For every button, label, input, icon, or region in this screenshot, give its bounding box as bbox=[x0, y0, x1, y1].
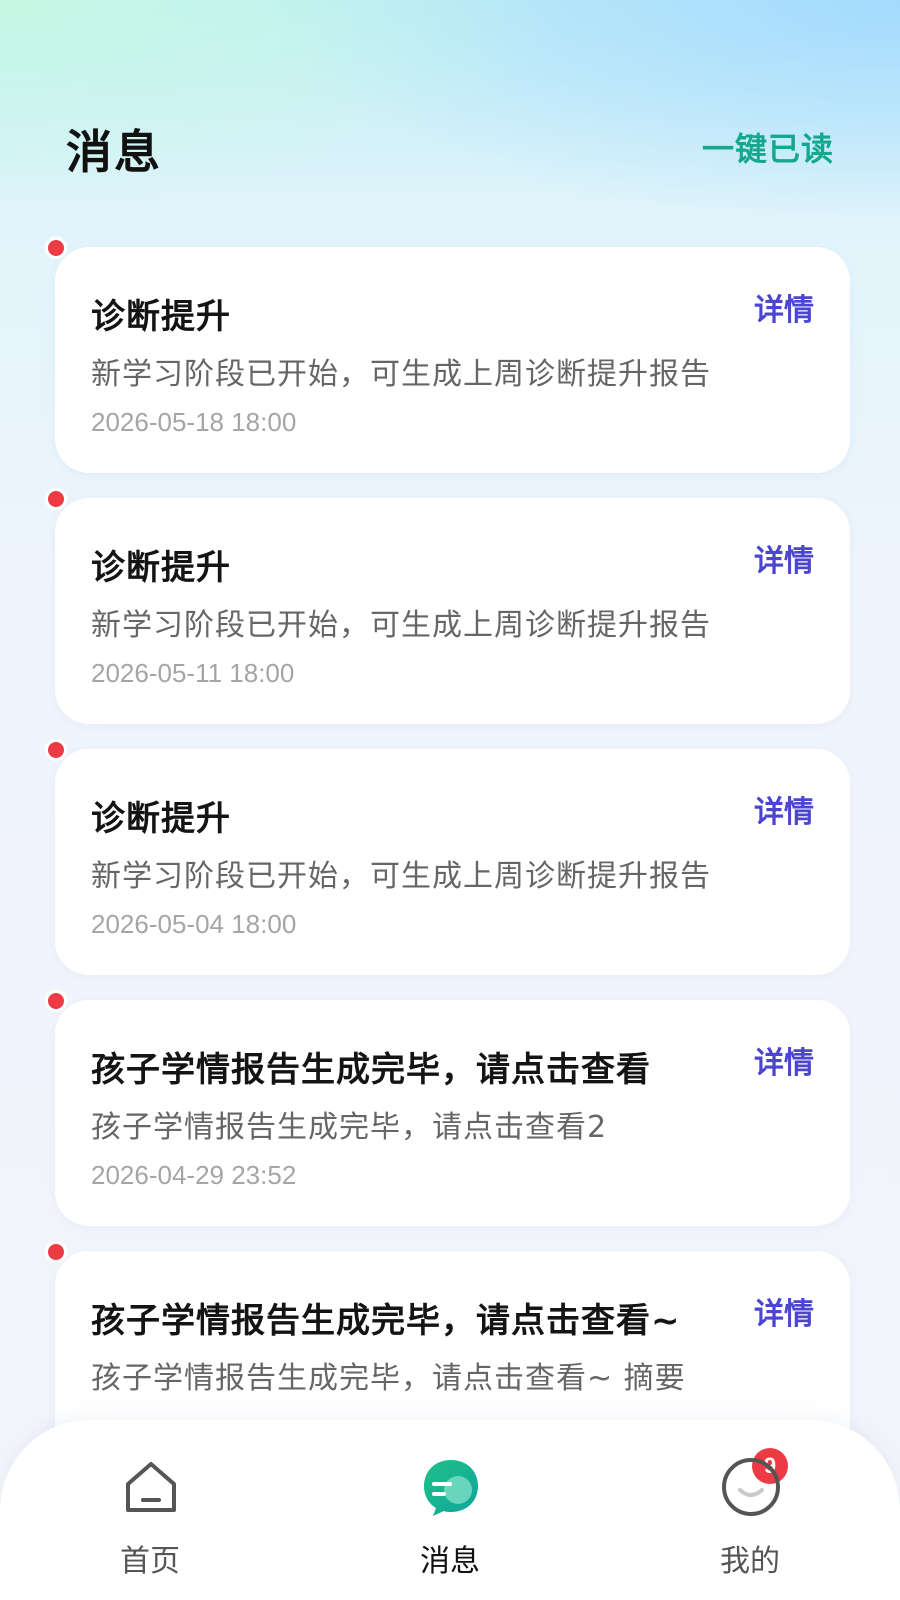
unread-dot bbox=[45, 1241, 67, 1263]
message-card[interactable]: 诊断提升 详情 新学习阶段已开始，可生成上周诊断提升报告 2026-05-04 … bbox=[45, 739, 850, 975]
message-card[interactable]: 孩子学情报告生成完毕，请点击查看 详情 孩子学情报告生成完毕，请点击查看2 20… bbox=[45, 990, 850, 1226]
message-title: 孩子学情报告生成完毕，请点击查看 bbox=[91, 1050, 651, 1090]
unread-dot bbox=[45, 990, 67, 1012]
message-icon bbox=[420, 1456, 482, 1518]
message-title: 诊断提升 bbox=[91, 297, 231, 337]
message-description: 新学习阶段已开始，可生成上周诊断提升报告 bbox=[91, 859, 711, 894]
message-title: 孩子学情报告生成完毕，请点击查看~ bbox=[91, 1301, 681, 1341]
message-description: 孩子学情报告生成完毕，请点击查看~ 摘要 bbox=[91, 1361, 686, 1396]
tab-label: 我的 bbox=[720, 1544, 780, 1579]
tab-messages[interactable]: 9 消息 bbox=[300, 1420, 788, 1600]
profile-icon bbox=[720, 1456, 782, 1518]
message-time: 2026-05-18 18:00 bbox=[91, 407, 297, 437]
message-time: 2026-04-29 23:52 bbox=[91, 1160, 297, 1190]
message-card[interactable]: 诊断提升 详情 新学习阶段已开始，可生成上周诊断提升报告 2026-05-11 … bbox=[45, 488, 850, 724]
home-icon bbox=[120, 1456, 182, 1518]
message-time: 2026-05-04 18:00 bbox=[91, 909, 297, 939]
detail-link[interactable]: 详情 bbox=[754, 1289, 814, 1333]
message-list: 诊断提升 详情 新学习阶段已开始，可生成上周诊断提升报告 2026-05-18 … bbox=[45, 237, 850, 1502]
tab-label: 消息 bbox=[420, 1544, 480, 1579]
tab-home[interactable]: 首页 bbox=[0, 1420, 300, 1600]
detail-link[interactable]: 详情 bbox=[754, 787, 814, 831]
message-time: 2026-05-11 18:00 bbox=[91, 658, 295, 688]
message-description: 孩子学情报告生成完毕，请点击查看2 bbox=[91, 1110, 608, 1145]
page-title: 消息 bbox=[66, 125, 162, 179]
detail-link[interactable]: 详情 bbox=[754, 536, 814, 580]
message-title: 诊断提升 bbox=[91, 548, 231, 588]
tab-profile[interactable]: 我的 bbox=[600, 1420, 900, 1600]
message-card[interactable]: 诊断提升 详情 新学习阶段已开始，可生成上周诊断提升报告 2026-05-18 … bbox=[45, 237, 850, 473]
bottom-tab-bar: 首页 9 消息 我的 bbox=[0, 1420, 900, 1600]
tab-label: 首页 bbox=[120, 1544, 180, 1579]
message-title: 诊断提升 bbox=[91, 799, 231, 839]
unread-dot bbox=[45, 739, 67, 761]
mark-all-read-button[interactable]: 一键已读 bbox=[702, 124, 834, 170]
detail-link[interactable]: 详情 bbox=[754, 1038, 814, 1082]
unread-dot bbox=[45, 237, 67, 259]
header: 消息 一键已读 bbox=[0, 0, 900, 240]
message-description: 新学习阶段已开始，可生成上周诊断提升报告 bbox=[91, 357, 711, 392]
message-description: 新学习阶段已开始，可生成上周诊断提升报告 bbox=[91, 608, 711, 643]
unread-dot bbox=[45, 488, 67, 510]
detail-link[interactable]: 详情 bbox=[754, 285, 814, 329]
